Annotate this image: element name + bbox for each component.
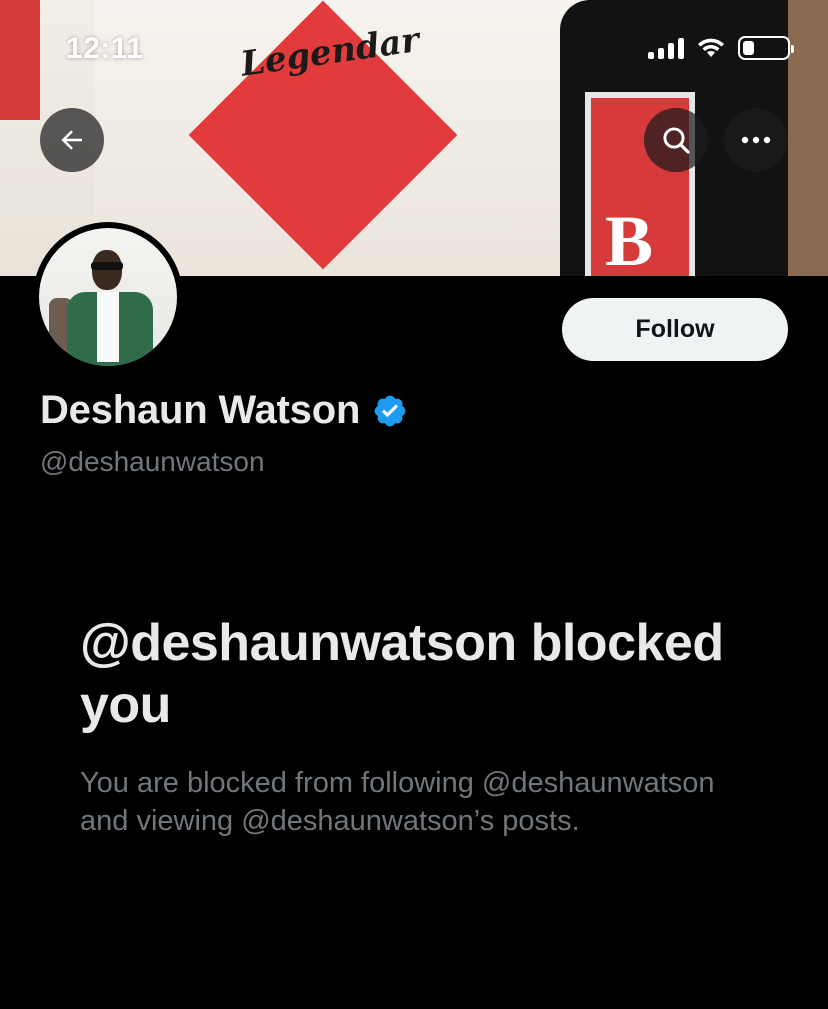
avatar-photo [39,228,177,366]
cellular-signal-icon [648,37,684,59]
back-button[interactable] [40,108,104,172]
blocked-description: You are blocked from following @deshaunw… [80,767,715,837]
battery-low-icon [738,36,794,60]
status-icons [648,36,794,60]
banner-arm [788,0,828,276]
follow-button[interactable]: Follow [562,298,788,361]
display-name: Deshaun Watson [40,388,361,432]
verified-badge-icon[interactable] [372,393,408,429]
blocked-title: @deshaunwatson blocked you [80,614,724,734]
search-icon [663,127,690,154]
banner-crest-letter: B [605,201,654,276]
svg-text:Legendary: Legendary [237,20,420,80]
arrow-left-icon [61,130,82,150]
banner-be-legendary-logo: Legendary [237,20,420,80]
status-time: 12:11 [66,32,144,65]
banner-red-sleeve [0,0,40,120]
avatar[interactable] [33,222,183,372]
profile-name-row: Deshaun Watson [40,388,408,433]
profile-handle: @deshaunwatson [40,446,265,477]
more-button[interactable] [724,108,788,172]
wifi-icon [698,38,724,57]
more-horizontal-icon [741,136,771,144]
search-button[interactable] [644,108,708,172]
